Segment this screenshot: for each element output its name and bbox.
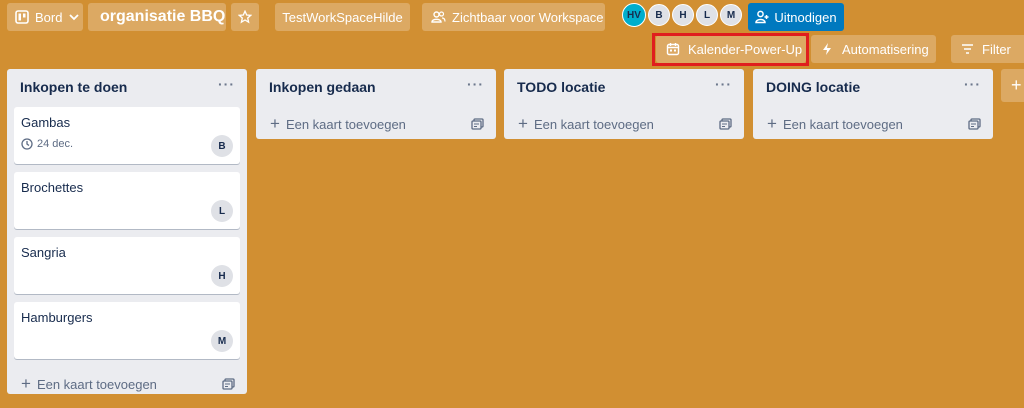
list-header[interactable]: DOING locatie ···: [753, 69, 993, 107]
list-menu-icon[interactable]: ···: [467, 77, 484, 107]
list-header[interactable]: TODO locatie ···: [504, 69, 744, 107]
add-card-button[interactable]: + Een kaart toevoegen: [504, 107, 744, 141]
due-date-label: 24 dec.: [37, 138, 74, 150]
workspace-label: TestWorkSpaceHilde: [282, 9, 403, 25]
calendar-powerup-button[interactable]: Kalender-Power-Up: [656, 35, 806, 63]
filter-label: Filter: [982, 41, 1011, 57]
list: DOING locatie ··· + Een kaart toevoegen: [753, 69, 993, 139]
visibility-button[interactable]: Zichtbaar voor Workspace: [422, 3, 605, 31]
add-card-button[interactable]: + Een kaart toevoegen: [753, 107, 993, 141]
clock-icon: [21, 138, 33, 150]
avatar[interactable]: L: [211, 200, 233, 222]
list-menu-icon[interactable]: ···: [964, 77, 981, 107]
card-title: Hamburgers: [21, 310, 93, 325]
list-header[interactable]: Inkopen gedaan ···: [256, 69, 496, 107]
card-template-icon[interactable]: [222, 378, 235, 390]
list-title[interactable]: Inkopen te doen: [20, 79, 127, 107]
add-card-button[interactable]: + Een kaart toevoegen: [7, 367, 247, 401]
card[interactable]: Sangria H: [14, 237, 240, 294]
card-template-icon[interactable]: [471, 118, 484, 130]
avatar[interactable]: H: [211, 265, 233, 287]
card[interactable]: Hamburgers M: [14, 302, 240, 359]
calendar-powerup-label: Kalender-Power-Up: [688, 41, 803, 57]
member-avatars: HV B H L M: [622, 3, 744, 27]
list-title[interactable]: DOING locatie: [766, 79, 860, 107]
add-card-label: Een kaart toevoegen: [285, 116, 406, 132]
card-title: Gambas: [21, 115, 71, 130]
add-card-label: Een kaart toevoegen: [782, 116, 903, 132]
card-title: Brochettes: [21, 180, 84, 195]
avatar[interactable]: B: [648, 4, 670, 26]
plus-icon: +: [21, 374, 31, 393]
filter-button[interactable]: Filter: [951, 35, 1024, 63]
card-template-icon[interactable]: [968, 118, 981, 130]
plus-icon: +: [270, 114, 280, 133]
invite-label: Uitnodigen: [774, 9, 837, 25]
due-date-badge[interactable]: 24 dec.: [21, 138, 233, 150]
people-icon: [431, 11, 446, 23]
list: Inkopen te doen ··· Gambas 24 dec. B Bro…: [7, 69, 247, 394]
plus-icon: +: [1011, 75, 1022, 95]
add-card-label: Een kaart toevoegen: [533, 116, 654, 132]
star-button[interactable]: [231, 3, 259, 31]
plus-icon: +: [518, 114, 528, 133]
card-template-icon[interactable]: [719, 118, 732, 130]
avatar[interactable]: B: [211, 135, 233, 157]
workspace-button[interactable]: TestWorkSpaceHilde: [275, 3, 410, 31]
board-icon: [15, 10, 29, 24]
add-card-label: Een kaart toevoegen: [36, 376, 157, 392]
list-header[interactable]: Inkopen te doen ···: [7, 69, 247, 107]
star-icon: [238, 10, 252, 24]
board-menu-label: Bord: [35, 9, 63, 25]
card-title: Sangria: [21, 245, 66, 260]
board-title[interactable]: organisatie BBQ: [88, 3, 226, 31]
board-menu-button[interactable]: Bord: [7, 3, 83, 31]
list-title[interactable]: TODO locatie: [517, 79, 605, 107]
add-list-button[interactable]: +: [1001, 69, 1024, 102]
list-menu-icon[interactable]: ···: [218, 77, 235, 107]
automation-button[interactable]: Automatisering: [811, 35, 936, 63]
lightning-icon: [823, 43, 831, 55]
card[interactable]: Brochettes L: [14, 172, 240, 229]
list: TODO locatie ··· + Een kaart toevoegen: [504, 69, 744, 139]
avatar[interactable]: L: [696, 4, 718, 26]
list-menu-icon[interactable]: ···: [715, 77, 732, 107]
calendar-icon: [666, 43, 680, 56]
filter-icon: [962, 44, 973, 54]
avatar[interactable]: M: [720, 4, 742, 26]
chevron-down-icon: [69, 14, 80, 21]
visibility-label: Zichtbaar voor Workspace: [452, 9, 604, 25]
list: Inkopen gedaan ··· + Een kaart toevoegen: [256, 69, 496, 139]
avatar[interactable]: H: [672, 4, 694, 26]
list-title[interactable]: Inkopen gedaan: [269, 79, 376, 107]
invite-button[interactable]: Uitnodigen: [748, 3, 844, 31]
card[interactable]: Gambas 24 dec. B: [14, 107, 240, 164]
avatar[interactable]: M: [211, 330, 233, 352]
add-person-icon: [755, 10, 769, 24]
automation-label: Automatisering: [842, 41, 929, 57]
avatar[interactable]: HV: [622, 3, 646, 27]
add-card-button[interactable]: + Een kaart toevoegen: [256, 107, 496, 141]
plus-icon: +: [767, 114, 777, 133]
